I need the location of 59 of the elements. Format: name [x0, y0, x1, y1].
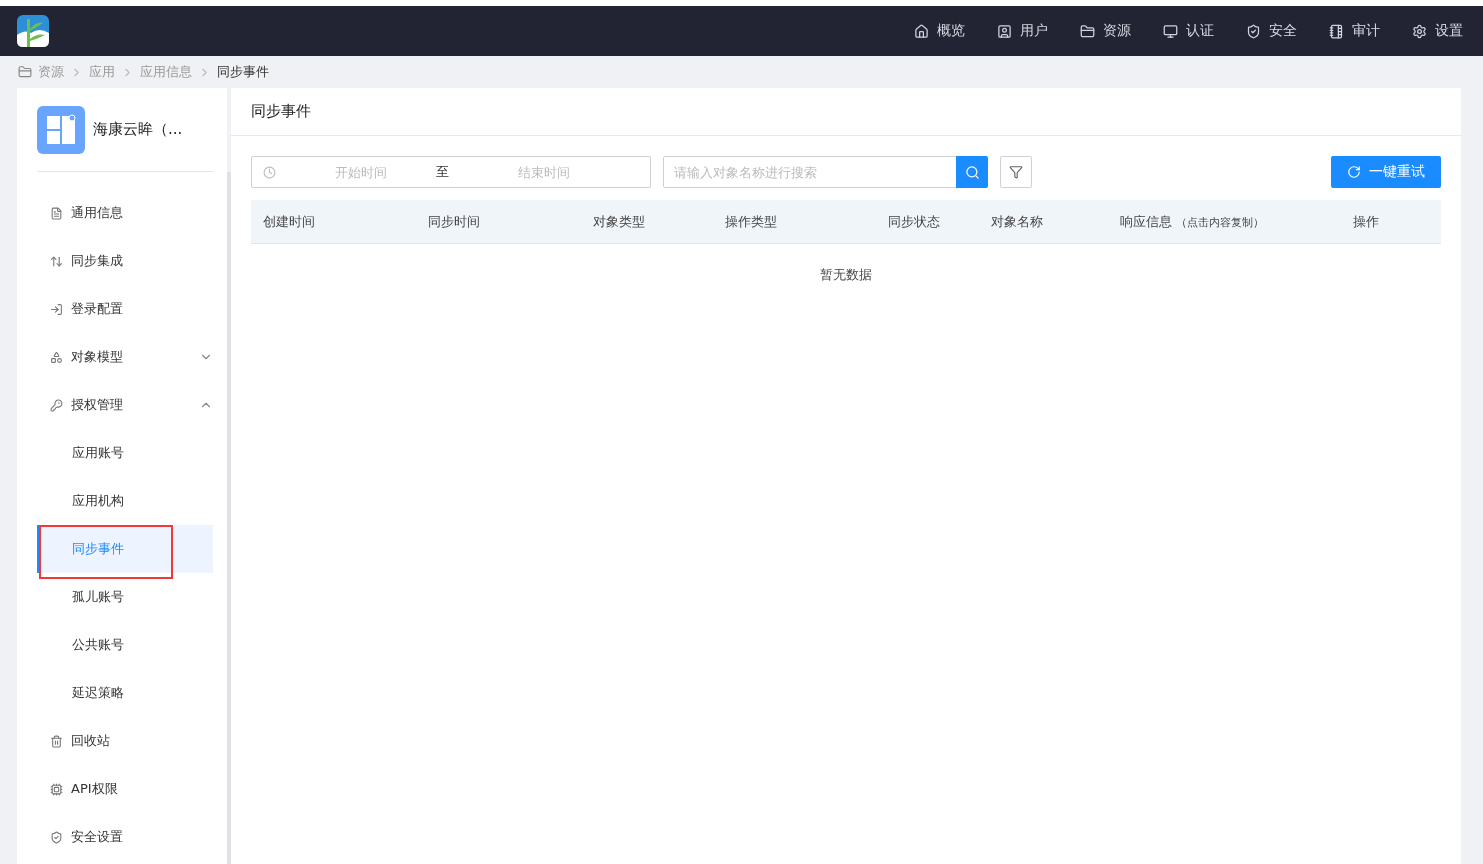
nav-link[interactable]: 设置: [1380, 22, 1463, 40]
column-header: 操作类型: [725, 212, 778, 231]
shield-icon: [50, 830, 63, 844]
search-icon: [964, 164, 980, 180]
column-header: 对象名称: [991, 212, 1044, 231]
date-range-field[interactable]: 开始时间 至 结束时间: [251, 156, 651, 188]
key-icon: [50, 398, 63, 412]
home-icon: [914, 23, 929, 39]
document-icon: [50, 206, 63, 220]
submenu-item[interactable]: 公共账号: [37, 621, 213, 669]
submenu-item[interactable]: 孤儿账号: [37, 573, 213, 621]
user-card-icon: [997, 23, 1012, 39]
breadcrumb-link[interactable]: 同步事件: [217, 63, 269, 81]
menu-item[interactable]: 对象模型: [37, 333, 213, 381]
notebook-icon: [1329, 23, 1344, 39]
menu-item[interactable]: 授权管理: [37, 381, 213, 429]
folder-icon: [18, 65, 32, 79]
menu-item[interactable]: 登录配置: [37, 285, 213, 333]
nav-link[interactable]: 概览: [882, 22, 965, 40]
column-header: 对象类型: [593, 212, 646, 231]
nav-link[interactable]: 认证: [1131, 22, 1214, 40]
range-separator: 至: [436, 163, 449, 181]
menu-item[interactable]: 安全设置: [37, 813, 213, 861]
shield-icon: [1246, 23, 1261, 39]
column-header: 操作: [1353, 212, 1380, 231]
app-logo: [17, 15, 49, 47]
submenu-item[interactable]: 延迟策略: [37, 669, 213, 717]
submenu-item[interactable]: 应用机构: [37, 477, 213, 525]
menu-item[interactable]: 通用信息: [37, 189, 213, 237]
nav-link[interactable]: 资源: [1048, 22, 1131, 40]
nav-link[interactable]: 用户: [965, 22, 1048, 40]
app-icon: [37, 105, 85, 154]
arrows-icon: [50, 254, 63, 268]
column-header: 响应信息 （点击内容复制）: [1120, 212, 1266, 231]
monitor-icon: [1163, 23, 1178, 39]
menu-item[interactable]: 同步集成: [37, 237, 213, 285]
trash-icon: [50, 734, 63, 748]
column-header: 创建时间: [263, 212, 316, 231]
search-button[interactable]: [956, 156, 988, 188]
nav-link[interactable]: 安全: [1214, 22, 1297, 40]
login-icon: [50, 302, 63, 316]
column-header: 同步时间: [428, 212, 481, 231]
submenu-item[interactable]: 应用账号: [37, 429, 213, 477]
empty-text: 暂无数据: [819, 266, 873, 284]
filter-icon: [1009, 165, 1023, 179]
menu-item[interactable]: 回收站: [37, 717, 213, 765]
column-header: 同步状态: [888, 212, 941, 231]
nav-link[interactable]: 审计: [1297, 22, 1380, 40]
refresh-icon: [1347, 165, 1361, 179]
app-name: 海康云眸（...: [93, 120, 183, 139]
shapes-icon: [50, 350, 63, 364]
search-field[interactable]: 请输入对象名称进行搜索: [663, 156, 988, 188]
chip-icon: [50, 782, 63, 796]
menu-item[interactable]: API权限: [37, 765, 213, 813]
filter-button[interactable]: [1000, 156, 1032, 188]
clock-icon: [263, 165, 276, 179]
settings-icon: [1412, 23, 1427, 39]
page-title: 同步事件: [231, 88, 1461, 136]
folder-icon: [1080, 23, 1095, 39]
